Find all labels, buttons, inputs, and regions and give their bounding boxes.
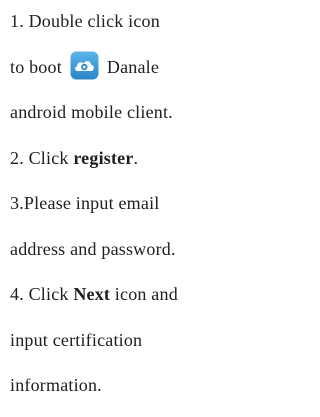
step4-end-text: information. <box>10 375 102 395</box>
register-label: register <box>73 147 134 168</box>
step2-line: 2. Click register. <box>10 141 260 187</box>
step1-client-line: android mobile client. <box>10 95 260 141</box>
boot-text: to boot <box>10 56 62 77</box>
step4-end-line: information. <box>10 368 260 414</box>
step4-line: 4. Click Next icon and <box>10 277 260 323</box>
step1-boot-line: to boot Danale <box>10 50 260 96</box>
danale-app-icon <box>70 51 99 80</box>
client-text: android mobile client. <box>10 102 173 122</box>
step4-suffix: icon and <box>110 284 178 304</box>
step1-text: 1. Double click icon <box>10 11 160 31</box>
step3-text: 3.Please input email <box>10 193 160 213</box>
step3-cont-text: address and password. <box>10 238 176 259</box>
step2-suffix: . <box>133 147 139 168</box>
step3-cont-line: address and password. <box>10 232 260 278</box>
danale-text: Danale <box>106 56 160 77</box>
next-label: Next <box>73 284 111 304</box>
step2-prefix: 2. Click <box>10 147 74 168</box>
step4-cont-line: input certification <box>10 323 260 369</box>
step1-line: 1. Double click icon <box>10 4 260 50</box>
step4-prefix: 4. Click <box>10 284 74 304</box>
step4-cont-text: input certification <box>10 329 143 350</box>
instruction-text: 1. Double click icon to boot Danale andr… <box>10 4 260 414</box>
step3-line: 3.Please input email <box>10 186 260 232</box>
